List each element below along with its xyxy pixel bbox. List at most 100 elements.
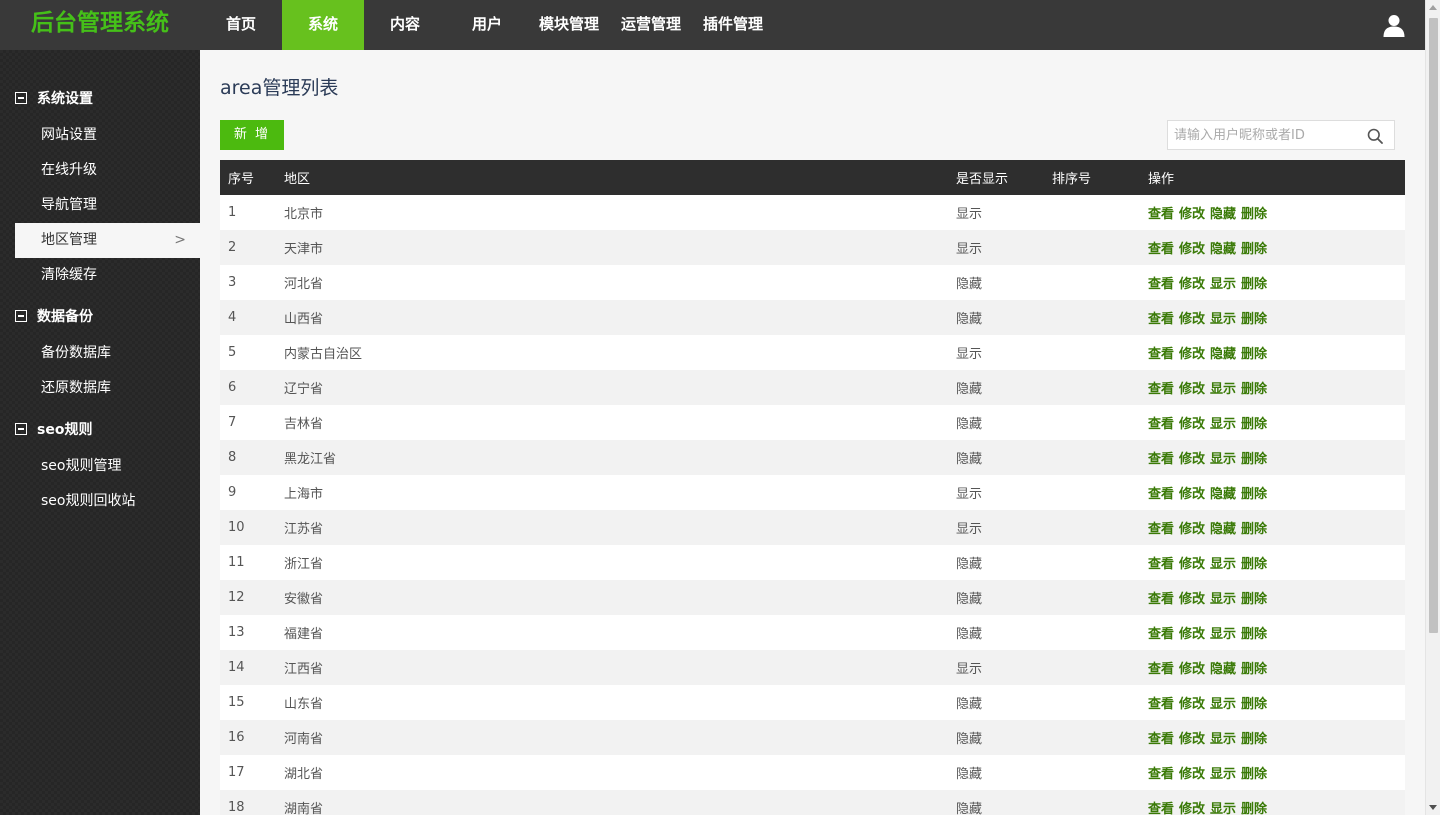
scroll-down-icon[interactable] bbox=[1429, 805, 1437, 810]
edit-link[interactable]: 修改 bbox=[1179, 557, 1205, 572]
delete-link[interactable]: 删除 bbox=[1241, 732, 1267, 747]
edit-link[interactable]: 修改 bbox=[1179, 802, 1205, 815]
toggle-visibility-link[interactable]: 隐藏 bbox=[1210, 522, 1236, 537]
search-icon[interactable] bbox=[1367, 128, 1383, 144]
toggle-visibility-link[interactable]: 显示 bbox=[1210, 767, 1236, 782]
sidebar-item[interactable]: 备份数据库 bbox=[15, 336, 200, 371]
vertical-scrollbar[interactable] bbox=[1425, 0, 1440, 815]
view-link[interactable]: 查看 bbox=[1148, 802, 1174, 815]
sidebar-item[interactable]: seo规则管理 bbox=[15, 449, 200, 484]
delete-link[interactable]: 删除 bbox=[1241, 312, 1267, 327]
view-link[interactable]: 查看 bbox=[1148, 207, 1174, 222]
delete-link[interactable]: 删除 bbox=[1241, 592, 1267, 607]
view-link[interactable]: 查看 bbox=[1148, 767, 1174, 782]
delete-link[interactable]: 删除 bbox=[1241, 207, 1267, 222]
sidebar-group-title[interactable]: seo规则 bbox=[15, 419, 92, 439]
delete-link[interactable]: 删除 bbox=[1241, 627, 1267, 642]
edit-link[interactable]: 修改 bbox=[1179, 487, 1205, 502]
toggle-visibility-link[interactable]: 显示 bbox=[1210, 557, 1236, 572]
minus-square-icon[interactable] bbox=[15, 310, 27, 322]
view-link[interactable]: 查看 bbox=[1148, 732, 1174, 747]
toggle-visibility-link[interactable]: 显示 bbox=[1210, 277, 1236, 292]
scrollbar-thumb[interactable] bbox=[1429, 18, 1438, 633]
toggle-visibility-link[interactable]: 隐藏 bbox=[1210, 242, 1236, 257]
scroll-up-icon[interactable] bbox=[1429, 5, 1437, 10]
delete-link[interactable]: 删除 bbox=[1241, 277, 1267, 292]
edit-link[interactable]: 修改 bbox=[1179, 417, 1205, 432]
delete-link[interactable]: 删除 bbox=[1241, 767, 1267, 782]
toggle-visibility-link[interactable]: 隐藏 bbox=[1210, 662, 1236, 677]
edit-link[interactable]: 修改 bbox=[1179, 242, 1205, 257]
view-link[interactable]: 查看 bbox=[1148, 452, 1174, 467]
delete-link[interactable]: 删除 bbox=[1241, 557, 1267, 572]
edit-link[interactable]: 修改 bbox=[1179, 382, 1205, 397]
view-link[interactable]: 查看 bbox=[1148, 557, 1174, 572]
toggle-visibility-link[interactable]: 隐藏 bbox=[1210, 347, 1236, 362]
sidebar-item[interactable]: 清除缓存 bbox=[15, 258, 200, 293]
delete-link[interactable]: 删除 bbox=[1241, 697, 1267, 712]
sidebar-item[interactable]: 在线升级 bbox=[15, 153, 200, 188]
delete-link[interactable]: 删除 bbox=[1241, 662, 1267, 677]
view-link[interactable]: 查看 bbox=[1148, 592, 1174, 607]
toggle-visibility-link[interactable]: 显示 bbox=[1210, 417, 1236, 432]
toggle-visibility-link[interactable]: 隐藏 bbox=[1210, 207, 1236, 222]
toggle-visibility-link[interactable]: 显示 bbox=[1210, 382, 1236, 397]
sidebar-item[interactable]: 还原数据库 bbox=[15, 371, 200, 406]
toggle-visibility-link[interactable]: 显示 bbox=[1210, 802, 1236, 815]
search-input[interactable] bbox=[1168, 121, 1353, 149]
delete-link[interactable]: 删除 bbox=[1241, 452, 1267, 467]
toggle-visibility-link[interactable]: 显示 bbox=[1210, 452, 1236, 467]
delete-link[interactable]: 删除 bbox=[1241, 242, 1267, 257]
app-logo[interactable]: 后台管理系统 bbox=[0, 0, 200, 50]
edit-link[interactable]: 修改 bbox=[1179, 207, 1205, 222]
view-link[interactable]: 查看 bbox=[1148, 417, 1174, 432]
nav-item[interactable]: 系统 bbox=[282, 0, 364, 50]
nav-item[interactable]: 模块管理 bbox=[528, 0, 610, 50]
sidebar-group-title[interactable]: 数据备份 bbox=[15, 306, 93, 326]
sidebar-item[interactable]: 地区管理 > bbox=[15, 223, 200, 258]
edit-link[interactable]: 修改 bbox=[1179, 627, 1205, 642]
edit-link[interactable]: 修改 bbox=[1179, 522, 1205, 537]
edit-link[interactable]: 修改 bbox=[1179, 312, 1205, 327]
view-link[interactable]: 查看 bbox=[1148, 522, 1174, 537]
view-link[interactable]: 查看 bbox=[1148, 487, 1174, 502]
minus-square-icon[interactable] bbox=[15, 92, 27, 104]
edit-link[interactable]: 修改 bbox=[1179, 662, 1205, 677]
nav-item[interactable]: 插件管理 bbox=[692, 0, 774, 50]
sidebar-item[interactable]: 导航管理 bbox=[15, 188, 200, 223]
edit-link[interactable]: 修改 bbox=[1179, 347, 1205, 362]
nav-item[interactable]: 内容 bbox=[364, 0, 446, 50]
toggle-visibility-link[interactable]: 显示 bbox=[1210, 697, 1236, 712]
nav-item[interactable]: 用户 bbox=[446, 0, 528, 50]
edit-link[interactable]: 修改 bbox=[1179, 452, 1205, 467]
sidebar-item[interactable]: seo规则回收站 bbox=[15, 484, 200, 519]
toggle-visibility-link[interactable]: 显示 bbox=[1210, 592, 1236, 607]
view-link[interactable]: 查看 bbox=[1148, 242, 1174, 257]
delete-link[interactable]: 删除 bbox=[1241, 382, 1267, 397]
delete-link[interactable]: 删除 bbox=[1241, 417, 1267, 432]
view-link[interactable]: 查看 bbox=[1148, 697, 1174, 712]
toggle-visibility-link[interactable]: 显示 bbox=[1210, 627, 1236, 642]
toggle-visibility-link[interactable]: 显示 bbox=[1210, 312, 1236, 327]
edit-link[interactable]: 修改 bbox=[1179, 732, 1205, 747]
toggle-visibility-link[interactable]: 隐藏 bbox=[1210, 487, 1236, 502]
nav-item[interactable]: 首页 bbox=[200, 0, 282, 50]
edit-link[interactable]: 修改 bbox=[1179, 592, 1205, 607]
toggle-visibility-link[interactable]: 显示 bbox=[1210, 732, 1236, 747]
delete-link[interactable]: 删除 bbox=[1241, 487, 1267, 502]
edit-link[interactable]: 修改 bbox=[1179, 697, 1205, 712]
minus-square-icon[interactable] bbox=[15, 423, 27, 435]
view-link[interactable]: 查看 bbox=[1148, 347, 1174, 362]
sidebar-group-title[interactable]: 系统设置 bbox=[15, 88, 93, 108]
delete-link[interactable]: 删除 bbox=[1241, 347, 1267, 362]
edit-link[interactable]: 修改 bbox=[1179, 277, 1205, 292]
nav-item[interactable]: 运营管理 bbox=[610, 0, 692, 50]
sidebar-item[interactable]: 网站设置 bbox=[15, 118, 200, 153]
view-link[interactable]: 查看 bbox=[1148, 627, 1174, 642]
add-button[interactable]: 新 增 bbox=[220, 120, 284, 150]
view-link[interactable]: 查看 bbox=[1148, 662, 1174, 677]
edit-link[interactable]: 修改 bbox=[1179, 767, 1205, 782]
user-icon[interactable] bbox=[1382, 13, 1406, 37]
view-link[interactable]: 查看 bbox=[1148, 382, 1174, 397]
view-link[interactable]: 查看 bbox=[1148, 277, 1174, 292]
